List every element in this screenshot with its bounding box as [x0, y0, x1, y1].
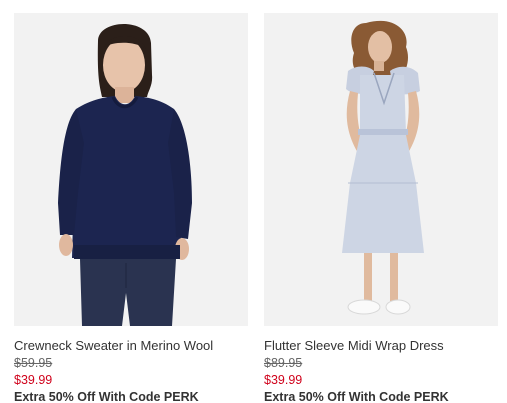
- product-image-dress[interactable]: [264, 13, 498, 326]
- sale-price: $39.99: [14, 373, 53, 387]
- sale-price: $39.99: [264, 373, 303, 387]
- model-photo: [14, 13, 248, 326]
- promo-text: Extra 50% Off With Code PERK: [264, 390, 449, 403]
- original-price: $59.95: [14, 356, 53, 370]
- product-grid: Crewneck Sweater in Merino Wool $59.95 $…: [0, 0, 507, 403]
- promo-text: Extra 50% Off With Code PERK: [14, 390, 199, 403]
- product-name[interactable]: Flutter Sleeve Midi Wrap Dress: [264, 338, 498, 353]
- product-card-sweater[interactable]: Crewneck Sweater in Merino Wool $59.95 $…: [14, 13, 248, 403]
- product-card-dress[interactable]: Flutter Sleeve Midi Wrap Dress $89.95 $3…: [264, 13, 498, 403]
- model-photo: [264, 13, 498, 326]
- original-price: $89.95: [264, 356, 303, 370]
- product-name[interactable]: Crewneck Sweater in Merino Wool: [14, 338, 248, 353]
- product-image-sweater[interactable]: [14, 13, 248, 326]
